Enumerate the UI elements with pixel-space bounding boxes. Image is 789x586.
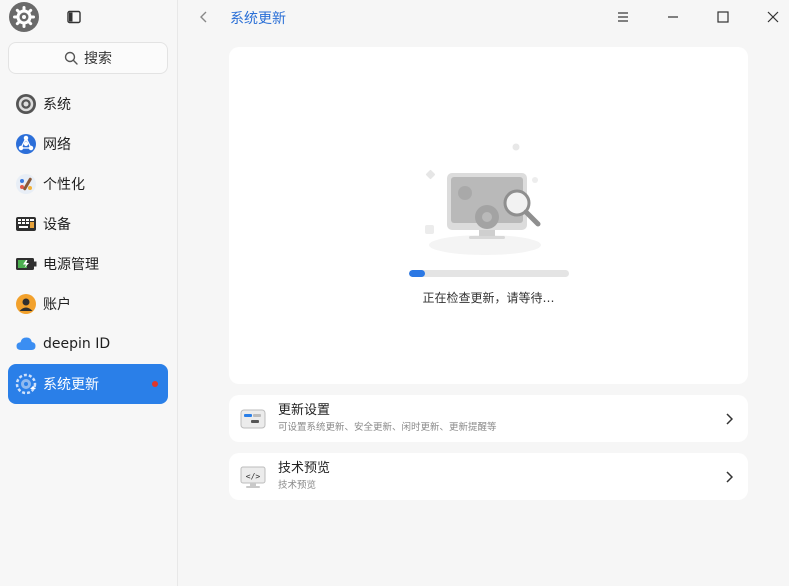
close-button[interactable] <box>763 7 783 27</box>
update-settings-row[interactable]: 更新设置 可设置系统更新、安全更新、闲时更新、更新提醒等 <box>229 395 748 442</box>
chevron-left-icon <box>200 11 207 23</box>
chevron-right-icon <box>722 412 736 425</box>
cloud-icon <box>15 333 37 355</box>
sidebar-item-label: 系统 <box>43 97 71 113</box>
progress-fill <box>409 270 425 277</box>
back-button[interactable] <box>196 8 212 26</box>
update-settings-icon <box>240 406 266 432</box>
maximize-icon <box>717 11 729 23</box>
sidebar-toggle-icon[interactable] <box>66 9 82 25</box>
update-gear-icon <box>15 373 37 395</box>
search-icon <box>64 51 78 65</box>
system-gear-icon <box>15 93 37 115</box>
sidebar-item-label: 网络 <box>43 137 71 153</box>
account-icon <box>15 293 37 315</box>
sidebar-item-network[interactable]: 网络 <box>8 124 168 164</box>
network-icon <box>15 133 37 155</box>
row-title: 技术预览 <box>278 461 331 476</box>
search-input[interactable]: 搜索 <box>8 42 168 74</box>
update-progress-bar <box>409 270 569 277</box>
maximize-button[interactable] <box>713 7 733 27</box>
sidebar-item-label: deepin ID <box>43 336 111 352</box>
control-center-logo-icon <box>9 2 39 32</box>
device-icon <box>15 213 37 235</box>
battery-icon <box>15 253 37 275</box>
row-subtitle: 技术预览 <box>278 480 317 491</box>
svg-text:</>: </> <box>246 472 261 481</box>
row-subtitle: 可设置系统更新、安全更新、闲时更新、更新提醒等 <box>278 422 497 433</box>
sidebar-item-power[interactable]: 电源管理 <box>8 244 168 284</box>
hamburger-menu-icon <box>618 12 628 22</box>
chevron-right-icon <box>722 470 736 483</box>
sidebar-item-device[interactable]: 设备 <box>8 204 168 244</box>
sidebar-item-personalization[interactable]: 个性化 <box>8 164 168 204</box>
code-preview-icon: </> <box>240 464 266 490</box>
update-status-text: 正在检查更新，请等待… <box>422 291 555 305</box>
sidebar-item-deepin-id[interactable]: deepin ID <box>8 324 168 364</box>
sidebar-nav: 系统 网络 个性化 设备 电源管理 账户 deepin ID 系统更新 <box>8 84 168 404</box>
sidebar-item-label: 电源管理 <box>43 257 99 273</box>
tech-preview-row[interactable]: </> 技术预览 技术预览 <box>229 453 748 500</box>
update-status-card: 正在检查更新，请等待… <box>229 47 748 384</box>
personalization-icon <box>15 173 37 195</box>
sidebar-item-label: 系统更新 <box>43 377 99 393</box>
close-icon <box>767 11 779 23</box>
checking-update-illustration <box>419 137 559 257</box>
minimize-icon <box>668 16 678 18</box>
search-label: 搜索 <box>84 51 112 67</box>
sidebar: 搜索 系统 网络 个性化 设备 电源管理 账户 deepin ID 系统更新 <box>0 0 178 586</box>
sidebar-item-label: 账户 <box>43 297 71 313</box>
sidebar-item-account[interactable]: 账户 <box>8 284 168 324</box>
sidebar-item-system[interactable]: 系统 <box>8 84 168 124</box>
page-title: 系统更新 <box>230 11 286 27</box>
sidebar-item-system-update[interactable]: 系统更新 <box>8 364 168 404</box>
sidebar-item-label: 个性化 <box>43 177 85 193</box>
notification-dot <box>152 381 158 387</box>
menu-button[interactable] <box>613 7 633 27</box>
minimize-button[interactable] <box>663 7 683 27</box>
title-bar: 系统更新 <box>178 0 789 34</box>
row-title: 更新设置 <box>278 403 331 418</box>
sidebar-item-label: 设备 <box>43 217 71 233</box>
